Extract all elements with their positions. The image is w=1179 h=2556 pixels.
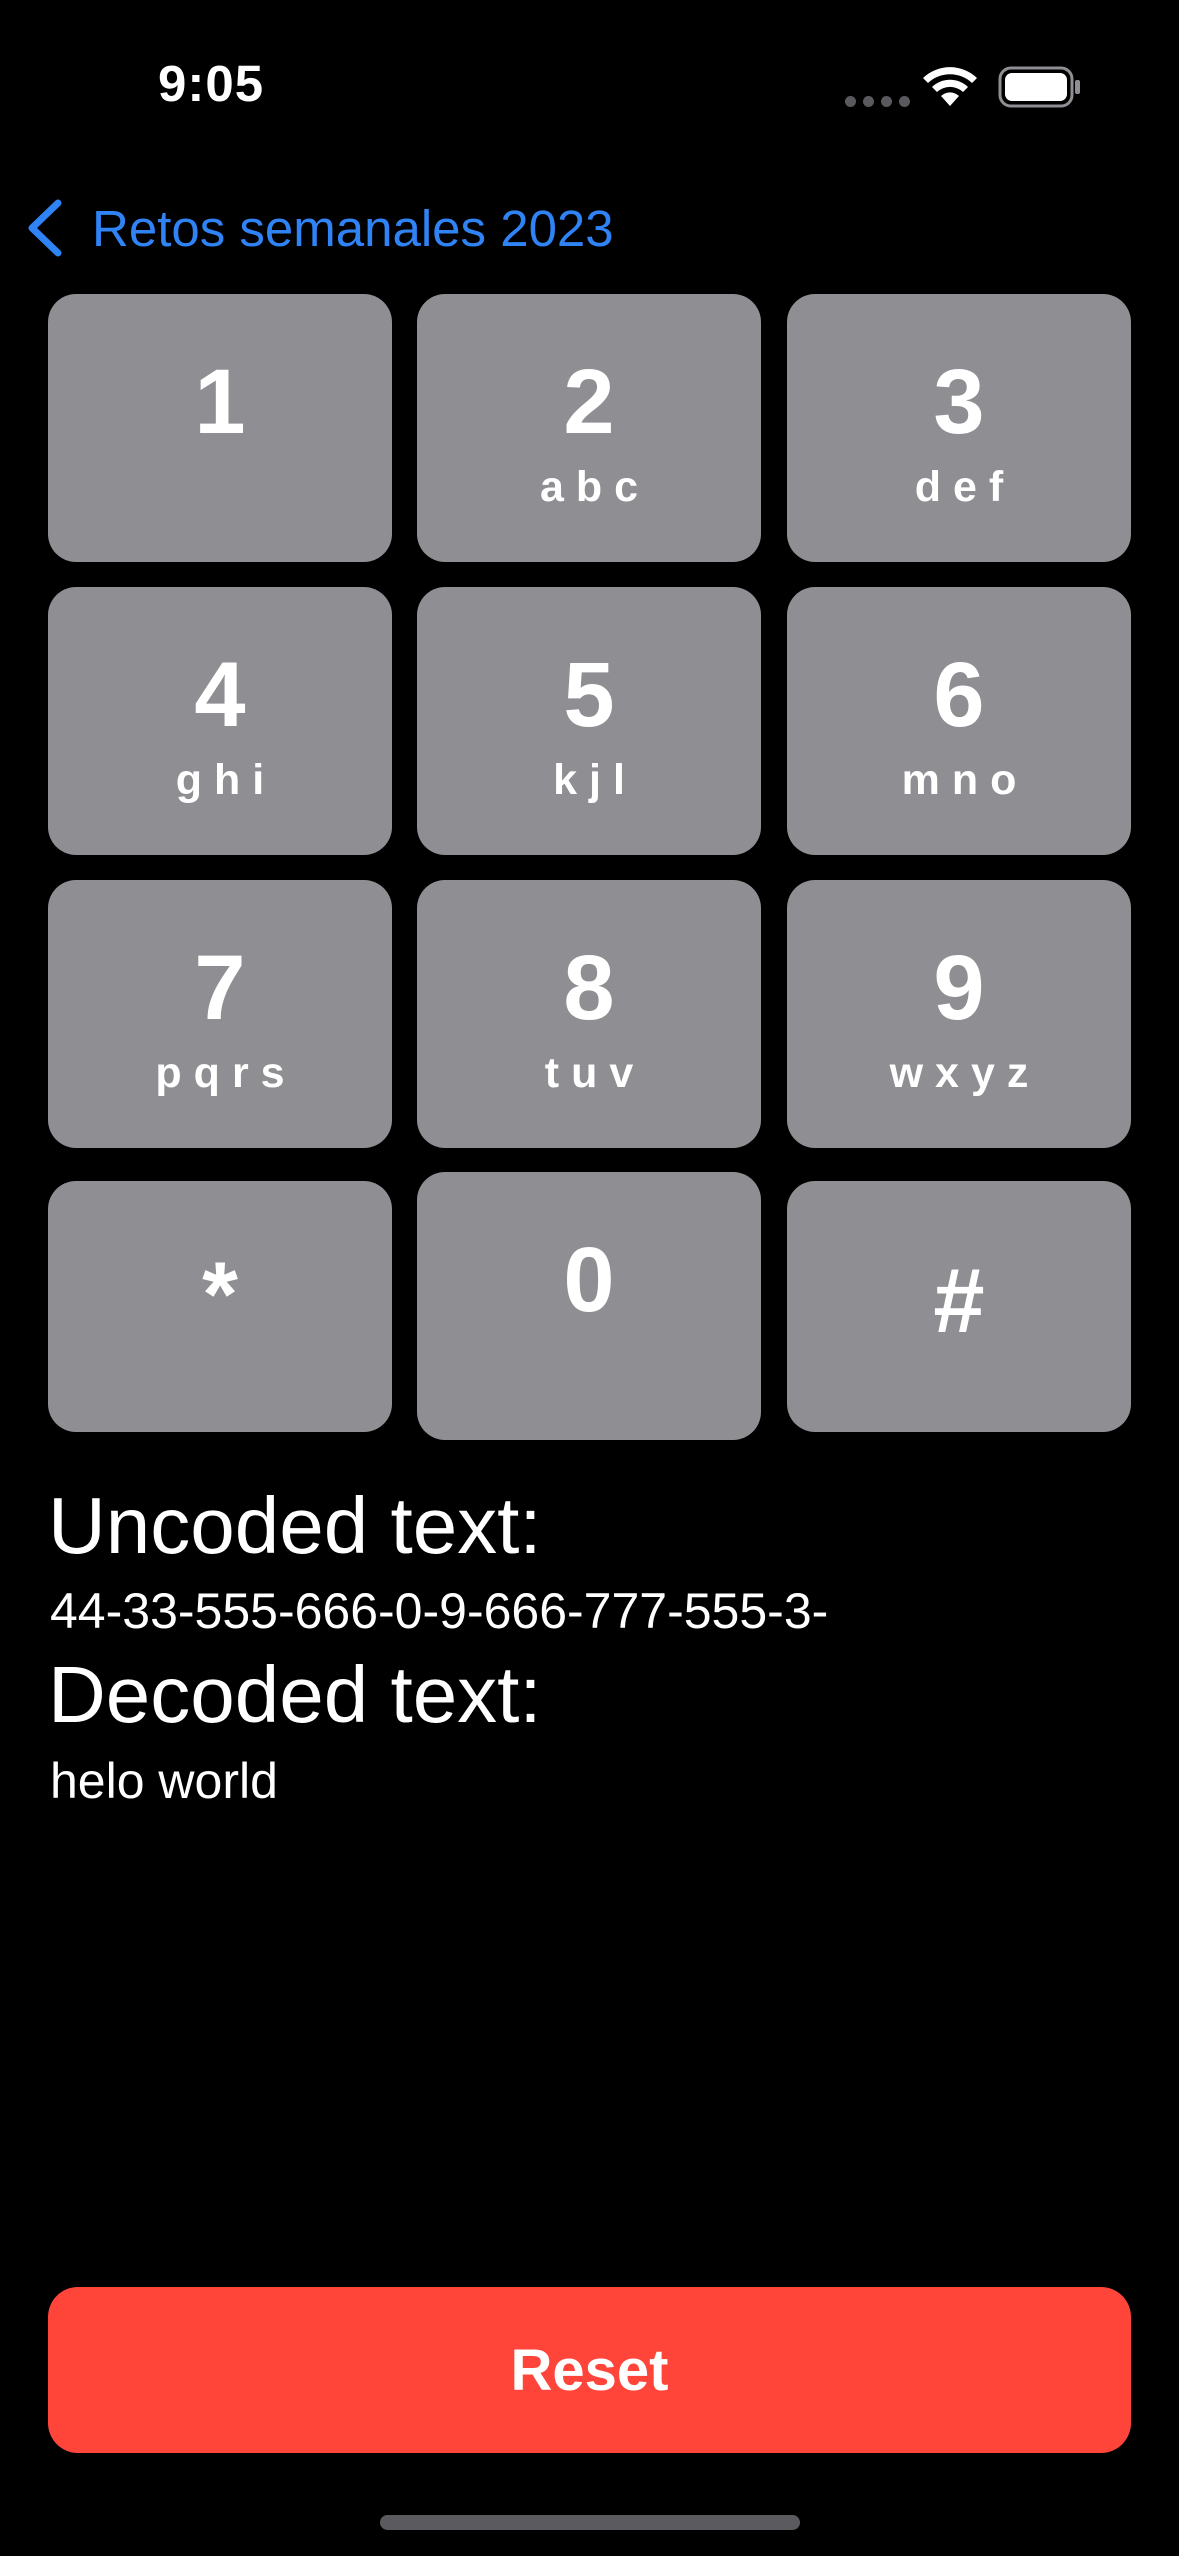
key-digit: 0 (563, 1229, 615, 1331)
key-digit: 4 (194, 644, 246, 746)
key-digit: 7 (194, 937, 246, 1039)
battery-icon (998, 66, 1080, 108)
key-0[interactable]: 0 (417, 1172, 761, 1440)
key-5[interactable]: 5 kjl (417, 587, 761, 855)
key-hash[interactable]: # (787, 1181, 1131, 1432)
key-digit: # (933, 1250, 985, 1352)
key-letters: abc (539, 463, 651, 511)
key-letters: kjl (553, 756, 637, 804)
back-button[interactable]: Retos semanales 2023 (24, 196, 614, 260)
uncoded-text-value: 44-33-555-666-0-9-666-777-555-3- (50, 1583, 829, 1639)
key-9[interactable]: 9 wxyz (787, 880, 1131, 1148)
key-digit: * (202, 1244, 238, 1346)
key-digit: 3 (933, 351, 985, 453)
key-digit: 5 (563, 644, 615, 746)
reset-button-label: Reset (510, 2337, 669, 2403)
reset-button[interactable]: Reset (48, 2287, 1131, 2453)
status-time: 9:05 (158, 55, 265, 112)
chevron-left-icon (28, 199, 62, 257)
key-star[interactable]: * (48, 1181, 392, 1432)
key-7[interactable]: 7 pqrs (48, 880, 392, 1148)
key-2[interactable]: 2 abc (417, 294, 761, 562)
decoded-text-label: Decoded text: (48, 1650, 542, 1739)
key-letters: def (914, 463, 1016, 511)
key-digit: 6 (933, 644, 985, 746)
key-3[interactable]: 3 def (787, 294, 1131, 562)
key-digit: 2 (563, 351, 615, 453)
home-indicator[interactable] (380, 2515, 800, 2530)
key-letters: ghi (175, 756, 277, 804)
key-6[interactable]: 6 mno (787, 587, 1131, 855)
key-4[interactable]: 4 ghi (48, 587, 392, 855)
key-letters: mno (901, 756, 1029, 804)
cellular-signal-icon (845, 96, 910, 107)
key-letters: wxyz (889, 1049, 1041, 1097)
key-digit: 1 (194, 351, 246, 453)
wifi-icon (923, 67, 977, 106)
key-8[interactable]: 8 tuv (417, 880, 761, 1148)
key-letters: tuv (544, 1049, 646, 1097)
key-digit: 9 (933, 937, 985, 1039)
decoded-text-value: helo world (50, 1753, 278, 1809)
key-letters: pqrs (155, 1049, 297, 1097)
status-bar: 9:05 (0, 0, 1179, 170)
back-button-label: Retos semanales 2023 (92, 199, 614, 257)
key-digit: 8 (563, 937, 615, 1039)
key-1[interactable]: 1 (48, 294, 392, 562)
uncoded-text-label: Uncoded text: (48, 1481, 542, 1570)
